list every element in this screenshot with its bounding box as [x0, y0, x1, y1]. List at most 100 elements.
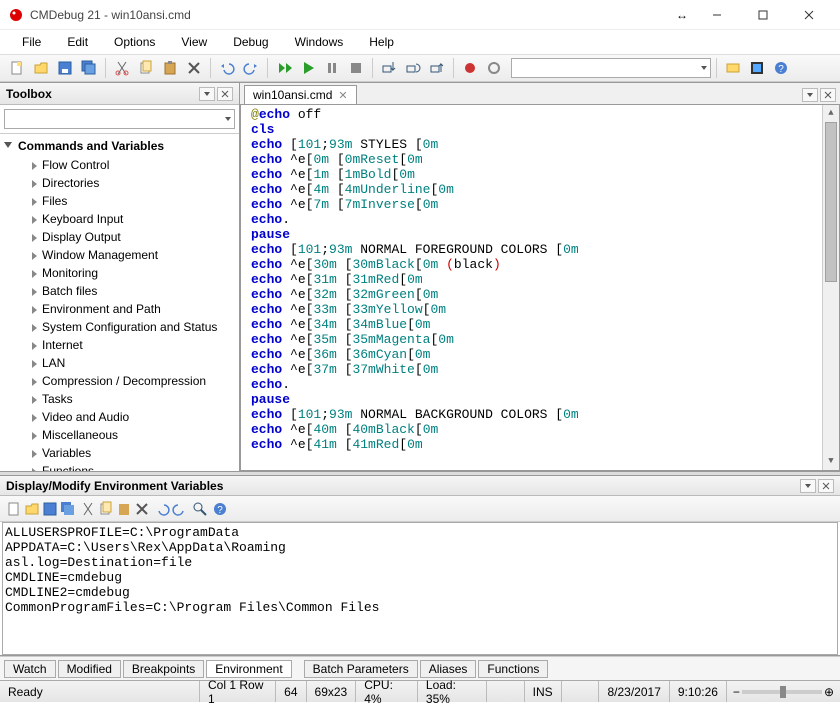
- tree-item-window-management[interactable]: Window Management: [0, 246, 239, 264]
- bottom-tab-batch-parameters[interactable]: Batch Parameters: [304, 660, 418, 678]
- menu-view[interactable]: View: [171, 33, 217, 51]
- env-close-icon[interactable]: [818, 479, 834, 493]
- open-file-icon[interactable]: [30, 57, 52, 79]
- tree-item-files[interactable]: Files: [0, 192, 239, 210]
- env-new-icon[interactable]: [6, 501, 22, 517]
- tree-item-system-configuration-and-status[interactable]: System Configuration and Status: [0, 318, 239, 336]
- env-copy-icon[interactable]: [98, 501, 114, 517]
- menu-file[interactable]: File: [12, 33, 51, 51]
- toolbox-dropdown-icon[interactable]: [199, 87, 215, 101]
- tree-group-header[interactable]: Commands and Variables: [0, 136, 239, 156]
- zoom-in-icon[interactable]: ⊕: [824, 685, 834, 699]
- step-over-icon[interactable]: [402, 57, 424, 79]
- menu-options[interactable]: Options: [104, 33, 165, 51]
- env-paste-icon[interactable]: [116, 501, 132, 517]
- step-out-icon[interactable]: [426, 57, 448, 79]
- editor-tab-label: win10ansi.cmd: [253, 88, 332, 102]
- env-delete-icon[interactable]: [134, 501, 150, 517]
- tree-item-video-and-audio[interactable]: Video and Audio: [0, 408, 239, 426]
- scroll-up-icon[interactable]: ▲: [823, 105, 839, 122]
- tree-item-compression-decompression[interactable]: Compression / Decompression: [0, 372, 239, 390]
- bottom-tab-watch[interactable]: Watch: [4, 660, 56, 678]
- editor-dropdown-icon[interactable]: [802, 88, 818, 102]
- run-to-icon[interactable]: [273, 57, 295, 79]
- env-save-icon[interactable]: [42, 501, 58, 517]
- tree-item-environment-and-path[interactable]: Environment and Path: [0, 300, 239, 318]
- toolbar-combo[interactable]: [511, 58, 711, 78]
- menu-windows[interactable]: Windows: [285, 33, 354, 51]
- tool-b-icon[interactable]: [746, 57, 768, 79]
- env-saveall-icon[interactable]: [60, 501, 76, 517]
- tree-item-batch-files[interactable]: Batch files: [0, 282, 239, 300]
- env-undo-icon[interactable]: [154, 501, 170, 517]
- bottom-tab-functions[interactable]: Functions: [478, 660, 548, 678]
- toolbox-close-icon[interactable]: [217, 87, 233, 101]
- drag-icon: ↔: [670, 8, 694, 22]
- env-line: CMDLINE2=cmdebug: [5, 585, 835, 600]
- tree-item-lan[interactable]: LAN: [0, 354, 239, 372]
- delete-icon[interactable]: [183, 57, 205, 79]
- help-icon[interactable]: ?: [770, 57, 792, 79]
- record-off-icon[interactable]: [483, 57, 505, 79]
- editor-scrollbar[interactable]: ▲ ▼: [822, 105, 839, 470]
- save-all-icon[interactable]: [78, 57, 100, 79]
- new-file-icon[interactable]: [6, 57, 28, 79]
- tree-item-tasks[interactable]: Tasks: [0, 390, 239, 408]
- zoom-out-icon[interactable]: −: [733, 685, 740, 699]
- save-icon[interactable]: [54, 57, 76, 79]
- tree-item-variables[interactable]: Variables: [0, 444, 239, 462]
- cut-icon[interactable]: [111, 57, 133, 79]
- tool-a-icon[interactable]: [722, 57, 744, 79]
- bottom-tab-environment[interactable]: Environment: [206, 660, 291, 678]
- bottom-tab-aliases[interactable]: Aliases: [420, 660, 477, 678]
- menubar: File Edit Options View Debug Windows Hel…: [0, 30, 840, 54]
- maximize-button[interactable]: [740, 0, 786, 30]
- pause-icon[interactable]: [321, 57, 343, 79]
- redo-icon[interactable]: [240, 57, 262, 79]
- menu-edit[interactable]: Edit: [57, 33, 98, 51]
- editor-tab[interactable]: win10ansi.cmd ✕: [244, 85, 357, 104]
- main-area: Toolbox Commands and Variables Flow Cont…: [0, 82, 840, 471]
- bottom-tab-modified[interactable]: Modified: [58, 660, 121, 678]
- env-dropdown-icon[interactable]: [800, 479, 816, 493]
- zoom-slider[interactable]: − ⊕: [727, 685, 840, 699]
- tree-item-flow-control[interactable]: Flow Control: [0, 156, 239, 174]
- env-redo-icon[interactable]: [172, 501, 188, 517]
- env-open-icon[interactable]: [24, 501, 40, 517]
- env-title: Display/Modify Environment Variables: [6, 479, 223, 493]
- menu-debug[interactable]: Debug: [223, 33, 278, 51]
- record-icon[interactable]: [459, 57, 481, 79]
- env-list[interactable]: ALLUSERSPROFILE=C:\ProgramDataAPPDATA=C:…: [2, 522, 838, 655]
- close-tab-icon[interactable]: ✕: [338, 89, 347, 102]
- editor-close-icon[interactable]: [820, 88, 836, 102]
- tree-item-monitoring[interactable]: Monitoring: [0, 264, 239, 282]
- scroll-thumb[interactable]: [825, 122, 837, 282]
- close-button[interactable]: [786, 0, 832, 30]
- zoom-handle[interactable]: [780, 686, 786, 698]
- tree-item-display-output[interactable]: Display Output: [0, 228, 239, 246]
- run-icon[interactable]: [297, 57, 319, 79]
- tree-item-keyboard-input[interactable]: Keyboard Input: [0, 210, 239, 228]
- tree-item-miscellaneous[interactable]: Miscellaneous: [0, 426, 239, 444]
- copy-icon[interactable]: [135, 57, 157, 79]
- code-editor[interactable]: @echo offclsecho [101;93m STYLES [0mecho…: [240, 105, 840, 471]
- paste-icon[interactable]: [159, 57, 181, 79]
- scroll-down-icon[interactable]: ▼: [823, 453, 839, 470]
- stop-icon[interactable]: [345, 57, 367, 79]
- toolbox-search-combo[interactable]: [4, 109, 235, 129]
- tree-item-internet[interactable]: Internet: [0, 336, 239, 354]
- status-date: 8/23/2017: [599, 681, 669, 702]
- bottom-tab-breakpoints[interactable]: Breakpoints: [123, 660, 204, 678]
- tree-item-directories[interactable]: Directories: [0, 174, 239, 192]
- env-toolbar: ?: [0, 496, 840, 522]
- code-line: pause: [243, 392, 579, 407]
- env-cut-icon[interactable]: [80, 501, 96, 517]
- minimize-button[interactable]: [694, 0, 740, 30]
- env-help-icon[interactable]: ?: [212, 501, 228, 517]
- env-find-icon[interactable]: [192, 501, 208, 517]
- step-into-icon[interactable]: [378, 57, 400, 79]
- tree-item-functions[interactable]: Functions: [0, 462, 239, 471]
- undo-icon[interactable]: [216, 57, 238, 79]
- code-line: echo ^e[37m [37mWhite[0m: [243, 362, 579, 377]
- menu-help[interactable]: Help: [359, 33, 404, 51]
